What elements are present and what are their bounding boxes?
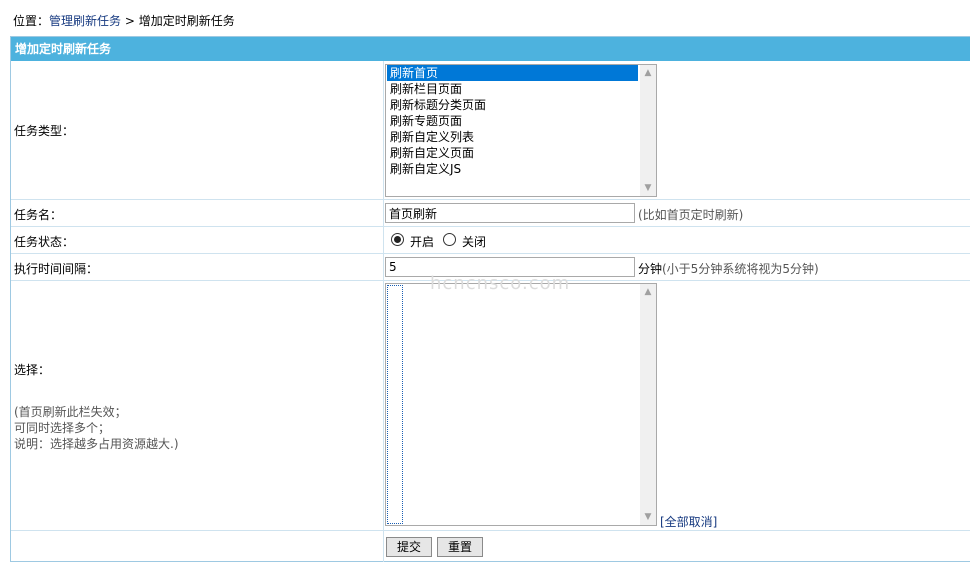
- selection-label: 选择：: [14, 363, 51, 377]
- submit-button[interactable]: 提交: [386, 537, 432, 557]
- selection-note-line: 可同时选择多个；: [14, 421, 111, 435]
- selection-note-line: (首页刷新此栏失效；: [14, 405, 127, 419]
- status-on-radio[interactable]: [391, 233, 404, 246]
- status-off-label: 关闭: [462, 235, 487, 249]
- task-type-option[interactable]: 刷新自定义JS: [387, 161, 638, 177]
- selection-scrollbar[interactable]: ▲ ▼: [640, 284, 656, 525]
- breadcrumb-prefix: 位置：: [13, 14, 50, 28]
- task-type-option[interactable]: 刷新自定义列表: [387, 129, 638, 145]
- clear-all-link[interactable]: [全部取消]: [660, 513, 717, 530]
- button-row: 提交 重置: [11, 530, 970, 562]
- task-type-scrollbar[interactable]: ▲ ▼: [640, 65, 656, 196]
- status-on-label: 开启: [410, 235, 435, 249]
- task-type-option[interactable]: 刷新专题页面: [387, 113, 638, 129]
- task-status-label: 任务状态：: [14, 235, 75, 249]
- scroll-down-icon[interactable]: ▼: [640, 509, 656, 525]
- breadcrumb-current: 增加定时刷新任务: [138, 14, 235, 28]
- task-type-option[interactable]: 刷新首页: [387, 65, 638, 81]
- breadcrumb: 位置：管理刷新任务 > 增加定时刷新任务: [13, 12, 235, 30]
- interval-hint: (小于5分钟系统将视为5分钟): [662, 262, 819, 276]
- task-type-option[interactable]: 刷新自定义页面: [387, 145, 638, 161]
- scroll-down-icon[interactable]: ▼: [640, 180, 656, 196]
- panel-title: 增加定时刷新任务: [11, 37, 970, 61]
- selection-note-line: 说明：选择越多占用资源越大.): [14, 437, 179, 451]
- interval-unit: 分钟: [638, 262, 663, 276]
- task-type-select[interactable]: 刷新首页 刷新栏目页面 刷新标题分类页面 刷新专题页面 刷新自定义列表 刷新自定…: [385, 64, 657, 197]
- scroll-up-icon[interactable]: ▲: [640, 284, 656, 300]
- task-name-row: 任务名： (比如首页定时刷新): [11, 199, 970, 226]
- reset-button[interactable]: 重置: [437, 537, 483, 557]
- selection-focus-indicator: [387, 285, 403, 524]
- scroll-up-icon[interactable]: ▲: [640, 65, 656, 81]
- status-off-radio[interactable]: [443, 233, 456, 246]
- task-name-input[interactable]: [385, 203, 635, 223]
- breadcrumb-link-manage-tasks[interactable]: 管理刷新任务: [49, 14, 121, 28]
- task-type-option[interactable]: 刷新栏目页面: [387, 81, 638, 97]
- task-type-label: 任务类型：: [14, 124, 75, 138]
- selection-multiselect[interactable]: ▲ ▼: [385, 283, 657, 526]
- breadcrumb-separator: >: [121, 14, 139, 28]
- watermark: hcncnsco.com: [430, 273, 571, 294]
- task-type-option[interactable]: 刷新标题分类页面: [387, 97, 638, 113]
- task-name-label: 任务名：: [14, 208, 63, 222]
- interval-label: 执行时间间隔：: [14, 262, 99, 276]
- task-status-row: 任务状态： 开启 关闭: [11, 226, 970, 253]
- task-name-hint: (比如首页定时刷新): [638, 208, 744, 222]
- form-panel: 增加定时刷新任务 任务类型： 刷新首页 刷新栏目页面 刷新标题分类页面 刷新专题…: [10, 36, 970, 562]
- selection-note: (首页刷新此栏失效； 可同时选择多个； 说明：选择越多占用资源越大.): [14, 404, 179, 452]
